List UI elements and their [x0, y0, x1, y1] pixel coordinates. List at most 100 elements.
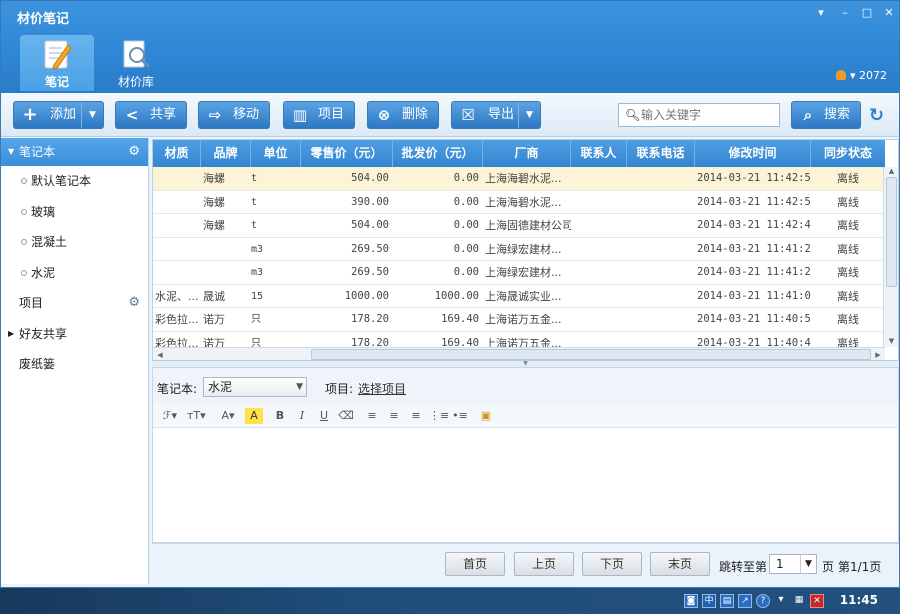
eraser-icon[interactable]: ⌫ — [337, 408, 355, 424]
column-header-vendor[interactable]: 厂商 — [483, 140, 571, 167]
editor-content-area[interactable] — [153, 429, 898, 542]
collapse-arrow-icon[interactable]: ▼ — [8, 138, 14, 166]
numbered-list-icon[interactable]: ⋮≡ — [429, 408, 449, 424]
column-header-wholesale-price[interactable]: 批发价（元） — [393, 140, 483, 167]
notebook-select[interactable]: 水泥 ▼ — [203, 377, 307, 397]
nav-tab-notes[interactable]: 笔记 — [20, 35, 94, 91]
prev-page-button[interactable]: 上页 — [514, 552, 574, 576]
scroll-up-icon[interactable]: ▲ — [884, 167, 898, 177]
share-button[interactable]: < 共享 — [115, 101, 187, 129]
scroll-down-icon[interactable]: ▼ — [884, 337, 898, 347]
sidebar-item-projects[interactable]: 项目 ⚙ — [1, 288, 148, 319]
help-icon[interactable]: ? — [756, 594, 770, 608]
horizontal-scrollbar[interactable]: ◀ ▶ — [153, 347, 885, 360]
scroll-left-icon[interactable]: ◀ — [153, 348, 167, 360]
font-size-icon[interactable]: тT▾ — [187, 408, 206, 424]
column-header-material[interactable]: 材质 — [153, 140, 201, 167]
cell-contact — [571, 332, 627, 348]
user-icon — [835, 70, 846, 80]
move-button[interactable]: ⇨ 移动 — [198, 101, 270, 129]
table-row[interactable]: m3 269.50 0.00 上海绿宏建材... 2014-03-21 11:41:28… — [153, 238, 885, 261]
sidebar-item-glass[interactable]: 玻璃 — [1, 197, 148, 228]
column-header-retail-price[interactable]: 零售价（元） — [301, 140, 393, 167]
table-row[interactable]: 彩色拉... 诺万 只 178.20 169.40 上海诺万五金... 2014-03-21… — [153, 308, 885, 332]
ime-icon[interactable]: 中 — [702, 594, 716, 608]
cell-sync-status: 离线 — [837, 219, 859, 232]
table-row[interactable]: m3 269.50 0.00 上海绿宏建材... 2014-03-21 11:41:25… — [153, 261, 885, 285]
insert-image-icon[interactable]: ▣ — [477, 408, 495, 424]
sidebar-item-concrete[interactable]: 混凝土 — [1, 227, 148, 258]
tray-expand-icon[interactable]: ▾ — [774, 594, 788, 608]
first-page-button[interactable]: 首页 — [445, 552, 505, 576]
bullet-list-icon[interactable]: •≡ — [451, 408, 469, 424]
table-row[interactable]: 海螺 t 390.00 0.00 上海海碧水泥... 2014-03-21 11:42:5… — [153, 191, 885, 214]
column-header-contact[interactable]: 联系人 — [571, 140, 627, 167]
maximize-button[interactable]: □ — [859, 6, 875, 20]
add-dropdown-icon[interactable]: ▼ — [81, 102, 103, 128]
cell-contact — [571, 308, 627, 331]
table-row[interactable]: 水泥、... 晟诚 15 1000.00 1000.00 上海晟诚实业... 2014-03… — [153, 285, 885, 308]
bullet-icon — [21, 269, 27, 276]
cell-contact — [571, 214, 627, 237]
table-row[interactable]: 彩色拉... 诺万 只 178.20 169.40 上海诺万五金... 2014-03-21… — [153, 332, 885, 348]
search-button[interactable]: ⌕ 搜索 — [791, 101, 861, 129]
cell-unit: t — [251, 220, 258, 231]
delete-button[interactable]: ⊗ 删除 — [367, 101, 439, 129]
pointer-icon[interactable]: ↗ — [738, 594, 752, 608]
search-input[interactable] — [641, 106, 775, 124]
cell-brand: 晟诚 — [203, 289, 225, 303]
user-menu[interactable]: ▾ 2072 — [835, 69, 887, 82]
sidebar-item-notebooks[interactable]: ▼ 笔记本 ⚙ — [1, 138, 148, 166]
cell-wholesale-price: 1000.00 — [434, 289, 479, 302]
refresh-icon[interactable]: ↻ — [869, 105, 884, 126]
export-dropdown-icon[interactable]: ▼ — [518, 102, 540, 128]
gear-icon[interactable]: ⚙ — [128, 288, 140, 318]
project-button[interactable]: ▥ 项目 — [283, 101, 355, 129]
underline-icon[interactable]: U — [315, 408, 333, 424]
nav-tab-price-library[interactable]: 材价库 — [99, 35, 173, 91]
tray-app-icon[interactable]: ◙ — [684, 594, 698, 608]
gear-icon[interactable]: ⚙ — [128, 138, 140, 166]
column-header-sync-status[interactable]: 同步状态 — [811, 140, 885, 167]
align-left-icon[interactable]: ≡ — [363, 408, 381, 424]
bold-icon[interactable]: B — [271, 408, 289, 424]
cell-modified-time: 2014-03-21 11:41:09 — [697, 289, 811, 302]
expand-arrow-icon[interactable]: ▶ — [8, 319, 14, 349]
sidebar-item-default-notebook[interactable]: 默认笔记本 — [1, 166, 148, 197]
select-project-link[interactable]: 选择项目 — [358, 380, 406, 397]
alert-icon[interactable]: ✕ — [810, 594, 824, 608]
project-field-label: 项目: — [325, 382, 354, 396]
chevron-down-icon[interactable]: ▼ — [800, 555, 816, 573]
sidebar-item-cement[interactable]: 水泥 — [1, 258, 148, 289]
keyboard-icon[interactable]: ▤ — [720, 594, 734, 608]
scroll-thumb[interactable] — [886, 177, 897, 287]
table-row[interactable]: 海螺 t 504.00 0.00 上海固德建材公司 2014-03-21 11:42:40… — [153, 214, 885, 238]
align-center-icon[interactable]: ≡ — [385, 408, 403, 424]
column-header-modified-time[interactable]: 修改时间 — [695, 140, 811, 167]
page-number-input[interactable]: 1 ▼ — [769, 554, 817, 574]
column-header-unit[interactable]: 单位 — [251, 140, 301, 167]
vertical-scrollbar[interactable]: ▲ ▼ — [883, 167, 898, 347]
column-header-brand[interactable]: 品牌 — [201, 140, 251, 167]
next-page-button[interactable]: 下页 — [582, 552, 642, 576]
italic-icon[interactable]: I — [293, 408, 311, 424]
last-page-button[interactable]: 末页 — [650, 552, 710, 576]
close-button[interactable]: ✕ — [881, 6, 897, 20]
network-icon[interactable]: ▦ — [792, 594, 806, 608]
scroll-right-icon[interactable]: ▶ — [871, 348, 885, 360]
table-row[interactable]: 海螺 t 504.00 0.00 上海海碧水泥... 2014-03-21 11:42:5… — [153, 167, 885, 191]
scroll-thumb[interactable] — [311, 349, 871, 360]
export-button[interactable]: ☒ 导出 ▼ — [451, 101, 541, 129]
align-right-icon[interactable]: ≡ — [407, 408, 425, 424]
menu-dropdown-icon[interactable]: ▾ — [813, 6, 829, 20]
search-box: 🔍︎ — [618, 103, 780, 127]
highlight-color-icon[interactable]: A — [245, 408, 263, 424]
sidebar-item-friends-share[interactable]: ▶ 好友共享 — [1, 319, 148, 350]
add-button[interactable]: + 添加 ▼ — [13, 101, 104, 129]
minimize-button[interactable]: – — [837, 6, 853, 20]
column-header-phone[interactable]: 联系电话 — [627, 140, 695, 167]
font-family-icon[interactable]: ℱ▾ — [161, 408, 179, 424]
font-color-icon[interactable]: A▾ — [219, 408, 237, 424]
cell-wholesale-price: 0.00 — [453, 219, 479, 231]
sidebar-item-trash[interactable]: 废纸篓 — [1, 349, 148, 380]
